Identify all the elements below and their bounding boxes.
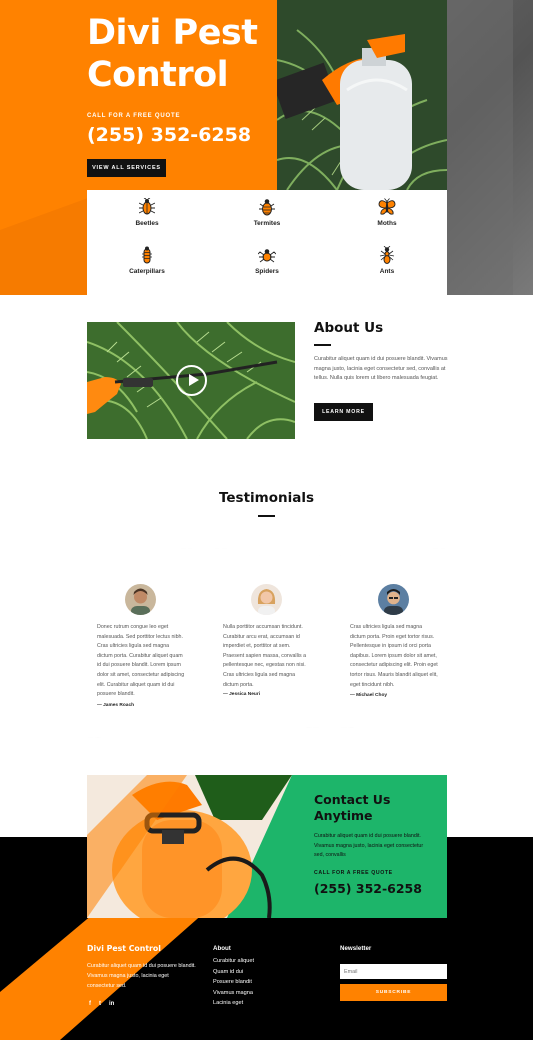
avatar	[378, 584, 409, 615]
about-divider	[314, 344, 331, 346]
footer-link[interactable]: Lacinia eget	[213, 1000, 254, 1011]
testimonial-author: — Jessica Neuri	[223, 692, 261, 697]
testimonial-card: Cras ultricies ligula sed magna dictum p…	[340, 548, 447, 728]
pest-label: Termites	[253, 220, 281, 227]
about-text: Curabitur aliquet quam id dui posuere bl…	[314, 356, 448, 381]
footer-brand: Divi Pest Control	[87, 944, 161, 953]
testimonial-quote: Nulla porttitor accumsan tincidunt. Cura…	[223, 624, 307, 688]
hero-subtitle: CALL FOR A FREE QUOTE	[87, 113, 181, 119]
pest-label: Ants	[379, 268, 395, 275]
footer-social-links: f t in	[89, 1001, 114, 1007]
footer-link[interactable]: Curabitur aliquet	[213, 958, 254, 969]
footer-about-links: Curabitur aliquet Quam id dui Posuere bl…	[213, 958, 254, 1011]
linkedin-icon[interactable]: in	[109, 1001, 114, 1007]
testimonial-card: Nulla porttitor accumsan tincidunt. Cura…	[213, 548, 320, 728]
pest-item-moths[interactable]: Moths	[327, 198, 447, 243]
hero-phone-number[interactable]: (255) 352-6258	[87, 124, 251, 146]
footer-about-title: About	[213, 945, 231, 952]
about-video-thumbnail[interactable]	[87, 322, 295, 439]
play-video-button[interactable]	[176, 365, 207, 396]
subscribe-button[interactable]: SUBSCRIBE	[340, 984, 447, 1001]
footer-link[interactable]: Vivamus magna	[213, 990, 254, 1001]
footer-link[interactable]: Quam id dui	[213, 969, 254, 980]
contact-subtitle: CALL FOR A FREE QUOTE	[314, 870, 393, 876]
pest-item-ants[interactable]: Ants	[327, 246, 447, 291]
testimonial-author: — James Roach	[97, 703, 135, 708]
contact-text: Curabitur aliquet quam id dui posuere bl…	[314, 833, 424, 858]
view-all-services-button[interactable]: VIEW ALL SERVICES	[87, 159, 166, 177]
avatar	[125, 584, 156, 615]
spider-icon	[258, 249, 276, 263]
pest-label: Spiders	[255, 268, 279, 275]
testimonials-title: Testimonials	[218, 490, 315, 506]
hero-section: Divi Pest Control CALL FOR A FREE QUOTE …	[0, 0, 533, 295]
twitter-icon[interactable]: t	[99, 1001, 101, 1007]
hero-title: Divi Pest Control	[87, 13, 258, 95]
beetle-icon	[139, 198, 155, 215]
ant-icon	[379, 246, 395, 264]
pest-item-spiders[interactable]: Spiders	[207, 246, 327, 291]
pest-item-caterpillars[interactable]: Caterpillars	[87, 246, 207, 291]
pest-services-grid: Beetles Termites Moths Caterpillars Spid…	[87, 190, 447, 295]
about-title: About Us	[314, 320, 384, 336]
pest-label: Beetles	[135, 220, 159, 227]
moth-icon	[378, 198, 396, 215]
pest-item-termites[interactable]: Termites	[207, 198, 327, 243]
newsletter-email-input[interactable]	[340, 964, 447, 979]
pest-item-beetles[interactable]: Beetles	[87, 198, 207, 243]
footer-link[interactable]: Posuere blandit	[213, 979, 254, 990]
testimonial-quote: Donec rutrum congue leo eget malesuada. …	[97, 624, 185, 698]
hero-plant-spray-photo	[277, 0, 447, 190]
pest-label: Caterpillars	[129, 268, 165, 275]
avatar	[251, 584, 282, 615]
learn-more-button[interactable]: LEARN MORE	[314, 403, 373, 421]
pest-label: Moths	[377, 220, 397, 227]
facebook-icon[interactable]: f	[89, 1001, 91, 1007]
testimonial-author: — Michael Choy	[350, 693, 388, 698]
testimonial-card: Donec rutrum congue leo eget malesuada. …	[87, 548, 194, 738]
caterpillar-icon	[142, 246, 152, 264]
footer-newsletter-title: Newsletter	[340, 945, 372, 952]
footer-brand-text: Curabitur aliquet quam id dui posuere bl…	[87, 963, 196, 989]
contact-title: Contact Us Anytime	[314, 792, 391, 823]
testimonial-quote: Cras ultricies ligula sed magna dictum p…	[350, 624, 438, 688]
testimonials-divider	[258, 515, 275, 517]
termite-icon	[259, 199, 275, 216]
contact-phone-number[interactable]: (255) 352-6258	[314, 881, 422, 896]
